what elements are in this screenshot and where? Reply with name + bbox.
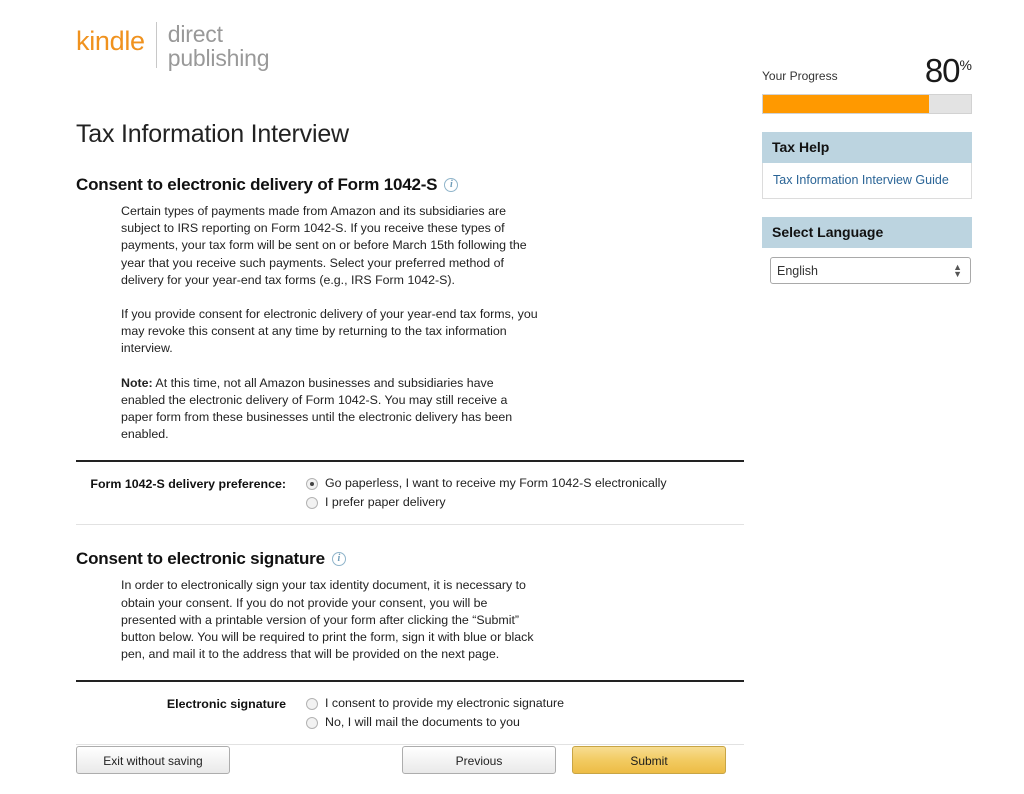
section-title-delivery-consent-text: Consent to electronic delivery of Form 1… <box>76 175 438 194</box>
footer-actions: Exit without saving Previous Submit <box>76 746 744 776</box>
paragraph: Certain types of payments made from Amaz… <box>121 204 527 287</box>
tax-help-body: Tax Information Interview Guide <box>762 163 972 199</box>
radio-label: No, I will mail the documents to you <box>325 715 520 730</box>
radio-icon[interactable] <box>306 496 318 509</box>
section-title-signature-consent-text: Consent to electronic signature <box>76 549 325 569</box>
progress-bar-fill <box>763 95 930 113</box>
radio-label: I consent to provide my electronic signa… <box>325 696 564 711</box>
signature-consent-body: In order to electronically sign your tax… <box>121 577 541 663</box>
logo-kindle-text: kindle <box>76 26 145 56</box>
logo-line-publishing: publishing <box>167 45 270 71</box>
progress-label: Your Progress <box>762 69 838 83</box>
logo-direct-publishing-text: direct publishing <box>168 18 270 70</box>
divider-light <box>76 524 744 526</box>
logo-line-direct: direct <box>167 21 223 47</box>
info-icon[interactable]: i <box>444 178 459 192</box>
progress-section: Your Progress 80% <box>762 48 972 88</box>
kdp-logo: kindle direct publishing <box>76 18 270 70</box>
paragraph-note: Note: At this time, not all Amazon busin… <box>121 375 513 442</box>
electronic-signature-row: Electronic signature I consent to provid… <box>76 682 744 744</box>
right-rail: Your Progress 80% Tax Help Tax Informati… <box>762 48 972 294</box>
progress-bar <box>762 94 972 114</box>
delivery-preference-label: Form 1042-S delivery preference: <box>90 477 286 492</box>
paragraph: In order to electronically sign your tax… <box>121 578 534 662</box>
delivery-preference-options: Go paperless, I want to receive my Form … <box>306 476 667 510</box>
radio-option-go-paperless[interactable]: Go paperless, I want to receive my Form … <box>306 476 667 491</box>
tax-information-interview-guide-link[interactable]: Tax Information Interview Guide <box>773 173 949 187</box>
section-title-signature-consent: Consent to electronic signature i <box>76 549 744 569</box>
delivery-consent-body: Certain types of payments made from Amaz… <box>121 203 541 443</box>
note-prefix: Note: <box>121 375 153 390</box>
select-language-body: English ▲ ▼ <box>762 248 972 294</box>
electronic-signature-label: Electronic signature <box>166 697 286 712</box>
radio-icon[interactable] <box>306 697 318 710</box>
radio-label: Go paperless, I want to receive my Form … <box>325 476 667 491</box>
submit-button[interactable]: Submit <box>572 746 726 774</box>
tax-help-heading: Tax Help <box>762 132 972 163</box>
tax-help-panel: Tax Help Tax Information Interview Guide <box>762 132 972 199</box>
section-title-delivery-consent: Consent to electronic delivery of Form 1… <box>76 175 744 195</box>
radio-option-mail-documents[interactable]: No, I will mail the documents to you <box>306 715 564 730</box>
language-select-wrapper: English ▲ ▼ <box>770 257 971 284</box>
progress-number: 80 <box>924 52 961 89</box>
radio-icon[interactable] <box>306 716 318 729</box>
info-icon[interactable]: i <box>331 552 346 567</box>
percent-sign: % <box>959 57 972 73</box>
radio-option-consent-signature[interactable]: I consent to provide my electronic signa… <box>306 696 564 711</box>
page-title: Tax Information Interview <box>76 120 349 148</box>
delivery-preference-row: Form 1042-S delivery preference: Go pape… <box>76 462 744 524</box>
select-language-heading: Select Language <box>762 217 972 248</box>
electronic-signature-options: I consent to provide my electronic signa… <box>306 696 564 730</box>
main-content: Tax Information Interview Consent to ele… <box>76 120 744 746</box>
select-language-panel: Select Language English ▲ ▼ <box>762 217 972 294</box>
exit-without-saving-button[interactable]: Exit without saving <box>76 746 230 774</box>
previous-button[interactable]: Previous <box>402 746 556 774</box>
progress-percent-value: 80% <box>925 48 972 88</box>
paragraph: If you provide consent for electronic de… <box>121 307 538 356</box>
logo-divider <box>155 22 157 68</box>
radio-icon-selected[interactable] <box>306 477 318 490</box>
radio-label: I prefer paper delivery <box>325 495 446 510</box>
radio-option-paper-delivery[interactable]: I prefer paper delivery <box>306 495 667 510</box>
language-select[interactable]: English <box>770 257 971 284</box>
